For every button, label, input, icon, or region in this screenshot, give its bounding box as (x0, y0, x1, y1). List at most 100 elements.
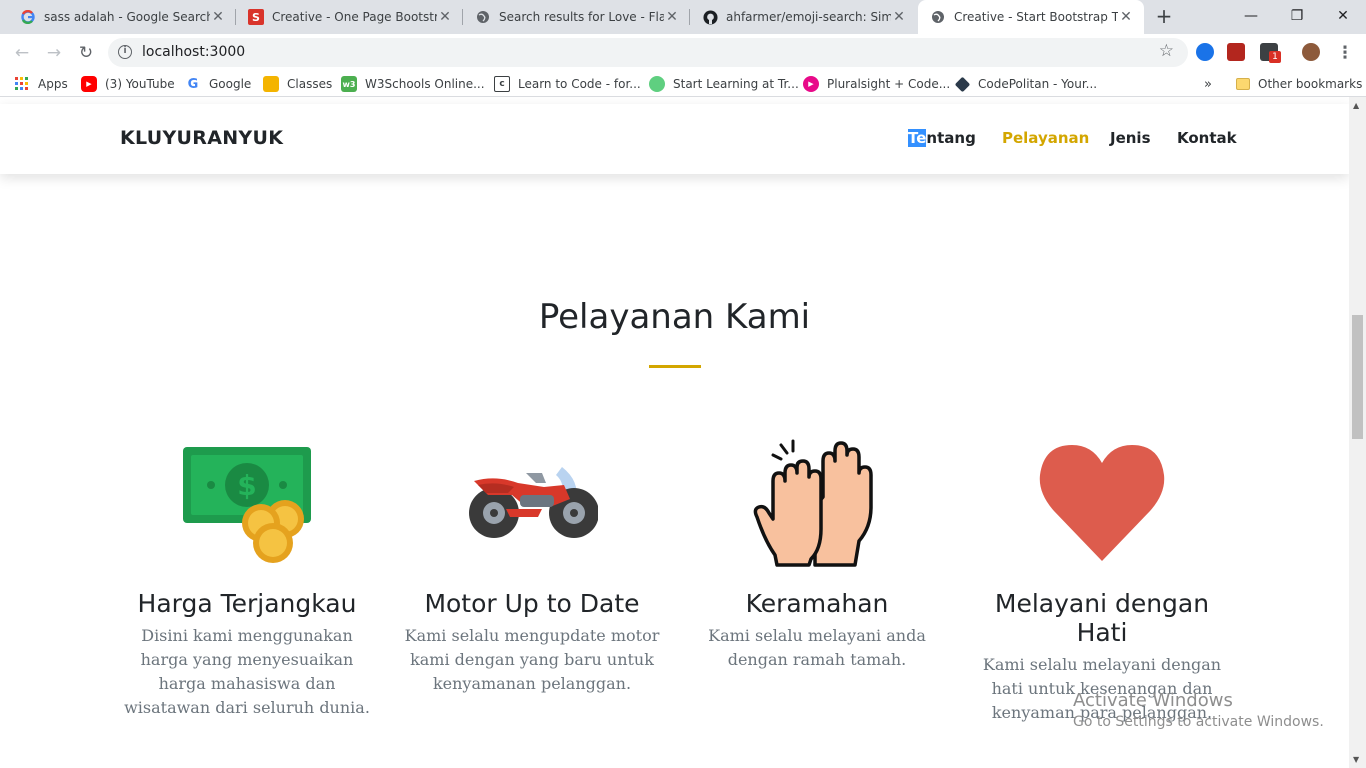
bookmarks-overflow-button[interactable]: » (1204, 75, 1212, 93)
bookmarks-bar: Apps ▶ (3) YouTube G Google Classes w3 W… (0, 71, 1366, 97)
service-title: Harga Terjangkau (137, 589, 357, 618)
nav-link-kontak[interactable]: Kontak (1177, 129, 1237, 147)
extension-badge-icon[interactable]: 1 (1260, 43, 1281, 63)
bookmark-classes[interactable]: Classes (263, 75, 332, 93)
w3schools-icon: w3 (341, 76, 357, 92)
service-description: Kami selalu melayani anda dengan ramah t… (708, 626, 926, 669)
minimize-button[interactable]: — (1228, 0, 1274, 34)
classroom-icon (263, 76, 279, 92)
freecodecamp-icon: c (494, 76, 510, 92)
apps-grid-icon (14, 76, 30, 92)
menu-kebab-icon[interactable]: ⋮ (1332, 40, 1358, 66)
bookmark-label: Learn to Code - for... (518, 77, 641, 91)
service-card-heart: Melayani dengan Hati Kami selalu melayan… (971, 437, 1233, 725)
extension-acrobat-icon[interactable] (1227, 43, 1245, 61)
url-text[interactable]: localhost:3000 (142, 44, 245, 60)
watermark-subtitle: Go to Settings to activate Windows. (1073, 714, 1324, 730)
close-icon[interactable]: ✕ (437, 9, 453, 25)
browser-toolbar: ← → ↻ i localhost:3000 ☆ 1 ⋮ (0, 34, 1366, 71)
tab-title: sass adalah - Google Search (44, 10, 210, 24)
tab-title: ahfarmer/emoji-search: Simple (726, 10, 891, 24)
watermark-title: Activate Windows (1073, 690, 1233, 711)
close-icon[interactable]: ✕ (664, 9, 680, 25)
tab-strip: sass adalah - Google Search ✕ S Creative… (0, 0, 1366, 34)
scroll-down-arrow-icon[interactable]: ▼ (1353, 755, 1359, 764)
bookmark-label: (3) YouTube (105, 77, 175, 91)
service-description: Disini kami menggunakan harga yang menye… (124, 626, 370, 717)
bookmark-star-icon[interactable]: ☆ (1159, 41, 1174, 61)
github-icon (702, 9, 718, 25)
bookmark-label: Google (209, 77, 252, 91)
close-icon[interactable]: ✕ (891, 9, 907, 25)
service-card-friendly: Keramahan Kami selalu melayani anda deng… (686, 437, 948, 672)
treehouse-icon (649, 76, 665, 92)
address-bar[interactable]: i localhost:3000 ☆ (108, 38, 1188, 67)
bookmark-pluralsight[interactable]: ▶ Pluralsight + Code... (803, 75, 950, 93)
money-icon: $ (181, 437, 313, 569)
bookmark-label: Classes (287, 77, 333, 91)
bookmark-codepolitan[interactable]: CodePolitan - Your... (954, 75, 1098, 93)
scroll-up-arrow-icon[interactable]: ▲ (1353, 101, 1359, 110)
globe-icon (475, 9, 491, 25)
service-title: Melayani dengan Hati (994, 589, 1210, 647)
forward-button[interactable]: → (41, 40, 67, 66)
back-button[interactable]: ← (9, 40, 35, 66)
restore-button[interactable]: ❐ (1274, 0, 1320, 34)
tab-creative-active[interactable]: Creative - Start Bootstrap Ther ✕ (918, 0, 1144, 34)
globe-icon (930, 9, 946, 25)
service-description: Kami selalu mengupdate motor kami dengan… (404, 626, 660, 693)
site-info-icon[interactable]: i (118, 45, 132, 59)
page-viewport: KLUYURANYUK Tentang Pelayanan Jenis Kont… (0, 97, 1349, 768)
service-card-motor: Motor Up to Date Kami selalu mengupdate … (401, 437, 663, 696)
s-icon: S (248, 9, 264, 25)
scrollbar-thumb[interactable] (1352, 315, 1363, 439)
nav-link-jenis[interactable]: Jenis (1110, 129, 1151, 147)
bookmark-label: Apps (38, 77, 68, 91)
nav-link-pelayanan[interactable]: Pelayanan (1002, 129, 1089, 147)
extension-badge-count: 1 (1269, 51, 1281, 63)
new-tab-button[interactable]: + (1152, 5, 1176, 29)
tab-github[interactable]: ahfarmer/emoji-search: Simple ✕ (690, 0, 917, 34)
bookmark-other[interactable]: Other bookmarks (1236, 75, 1362, 93)
close-window-button[interactable]: ✕ (1320, 0, 1366, 34)
bookmark-apps[interactable]: Apps (14, 75, 68, 93)
close-icon[interactable]: ✕ (210, 9, 226, 25)
tab-google-search[interactable]: sass adalah - Google Search ✕ (8, 0, 236, 34)
tab-flaticon[interactable]: Search results for Love - Flatic ✕ (463, 0, 690, 34)
bookmark-freecodecamp[interactable]: c Learn to Code - for... (494, 75, 641, 93)
nav-link-tentang[interactable]: Tentang (908, 129, 976, 147)
tab-title: Creative - Start Bootstrap Ther (954, 10, 1118, 24)
section-title: Pelayanan Kami (538, 297, 811, 337)
folder-icon (1236, 78, 1250, 90)
google-icon: G (187, 76, 199, 92)
extension-search-icon[interactable] (1196, 43, 1214, 61)
tab-creative-onepage[interactable]: S Creative - One Page Bootstrap ✕ (236, 0, 463, 34)
title-divider (649, 365, 701, 368)
svg-text:$: $ (237, 469, 256, 502)
bookmark-label: CodePolitan - Your... (978, 77, 1098, 91)
windows-activation-watermark: Activate Windows Go to Settings to activ… (1073, 690, 1324, 732)
youtube-icon: ▶ (81, 76, 97, 92)
bookmark-treehouse[interactable]: Start Learning at Tr... (649, 75, 799, 93)
bookmark-label: Other bookmarks (1258, 77, 1363, 91)
tab-title: Creative - One Page Bootstrap (272, 10, 437, 24)
brand-logo[interactable]: KLUYURANYUK (120, 127, 283, 149)
tab-title: Search results for Love - Flatic (499, 10, 664, 24)
bookmark-w3schools[interactable]: w3 W3Schools Online... (341, 75, 485, 93)
pluralsight-icon: ▶ (803, 76, 819, 92)
bookmark-label: Pluralsight + Code... (827, 77, 951, 91)
reload-button[interactable]: ↻ (73, 40, 99, 66)
bookmark-label: W3Schools Online... (365, 77, 485, 91)
service-card-price: $ Harga Terjangkau Disini kami menggunak… (116, 437, 378, 720)
high-five-icon (751, 437, 883, 569)
page-scrollbar[interactable]: ▲ ▼ (1349, 97, 1366, 768)
profile-avatar[interactable] (1302, 43, 1320, 61)
bookmark-youtube[interactable]: ▶ (3) YouTube (81, 75, 175, 93)
codepolitan-icon (954, 76, 971, 92)
nav-link-label: ntang (926, 129, 976, 147)
close-icon[interactable]: ✕ (1118, 9, 1134, 25)
google-icon (20, 9, 36, 25)
heart-icon (1036, 437, 1168, 569)
bookmark-google[interactable]: G Google (185, 75, 252, 93)
site-navbar: KLUYURANYUK Tentang Pelayanan Jenis Kont… (0, 104, 1349, 174)
